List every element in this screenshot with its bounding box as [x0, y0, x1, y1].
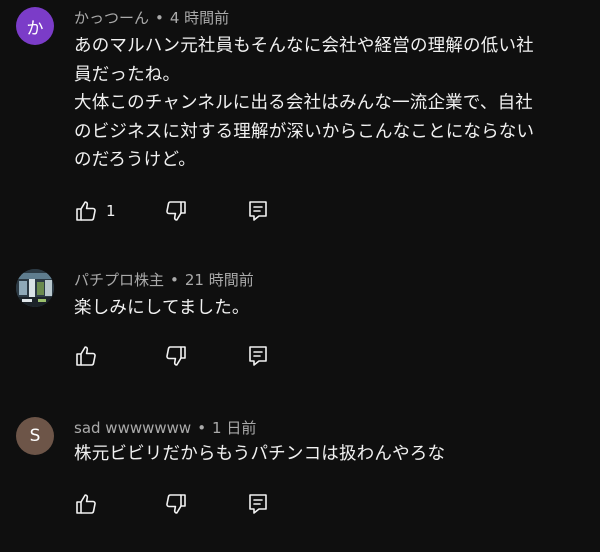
meta-separator: •	[155, 9, 164, 27]
reply-button[interactable]	[246, 199, 270, 223]
avatar[interactable]	[16, 269, 54, 307]
author-name[interactable]: パチプロ株主	[74, 271, 164, 289]
dislike-button[interactable]	[164, 199, 246, 223]
comment-time[interactable]: 21 時間前	[185, 271, 254, 289]
meta-separator: •	[197, 419, 207, 437]
comment-text: あのマルハン元社員もそんなに会社や経営の理解の低い社 員だったね。 大体このチャ…	[74, 32, 564, 175]
author-name[interactable]: sad wwwwwww	[74, 419, 191, 437]
dislike-button[interactable]	[164, 492, 246, 516]
comment-text-line: のビジネスに対する理解が深いからこんなことにならない	[74, 121, 535, 142]
like-button[interactable]	[74, 344, 164, 368]
comment-meta: かっつーん • 4 時間前	[74, 7, 229, 28]
comment-actions	[74, 492, 270, 516]
comment-meta: パチプロ株主 • 21 時間前	[74, 269, 254, 290]
avatar[interactable]: か	[16, 7, 54, 45]
comment-text-line: 員だったね。	[74, 64, 181, 85]
thumb-down-icon	[164, 492, 188, 516]
like-count: 1	[106, 202, 116, 220]
comment-reply-icon	[246, 199, 270, 223]
avatar-letter: か	[26, 18, 44, 39]
comment-actions: 1	[74, 199, 270, 223]
comment-text-line: あのマルハン元社員もそんなに会社や経営の理解の低い社	[74, 36, 534, 56]
comment-time[interactable]: 1 日前	[212, 419, 256, 437]
thumb-up-icon	[74, 492, 98, 516]
avatar-image	[16, 269, 54, 307]
author-name[interactable]: かっつーん	[74, 9, 149, 27]
comment-time[interactable]: 4 時間前	[170, 9, 229, 27]
comment-text-line: のだろうけど。	[74, 150, 196, 170]
thumb-up-icon	[74, 344, 98, 368]
comment-text-line: 楽しみにしてました。	[74, 298, 250, 318]
comment-text: 楽しみにしてました。	[74, 294, 564, 323]
thumb-down-icon	[164, 199, 188, 223]
comment-text-line: 大体このチャンネルに出る会社はみんな一流企業で、自社	[74, 93, 533, 113]
comment-text-line: 株元ビビリだからもうパチンコは扱わんやろな	[74, 444, 446, 464]
avatar[interactable]: S	[16, 417, 54, 455]
meta-separator: •	[170, 271, 179, 289]
like-button[interactable]	[74, 492, 164, 516]
thumb-down-icon	[164, 344, 188, 368]
comment-reply-icon	[246, 492, 270, 516]
comment-actions	[74, 344, 270, 368]
comment-reply-icon	[246, 344, 270, 368]
thumb-up-icon	[74, 199, 98, 223]
dislike-button[interactable]	[164, 344, 246, 368]
comment-meta: sad wwwwwww • 1 日前	[74, 417, 256, 438]
avatar-letter: S	[29, 426, 41, 446]
reply-button[interactable]	[246, 344, 270, 368]
reply-button[interactable]	[246, 492, 270, 516]
comment-text: 株元ビビリだからもうパチンコは扱わんやろな	[74, 440, 564, 469]
like-button[interactable]: 1	[74, 199, 164, 223]
